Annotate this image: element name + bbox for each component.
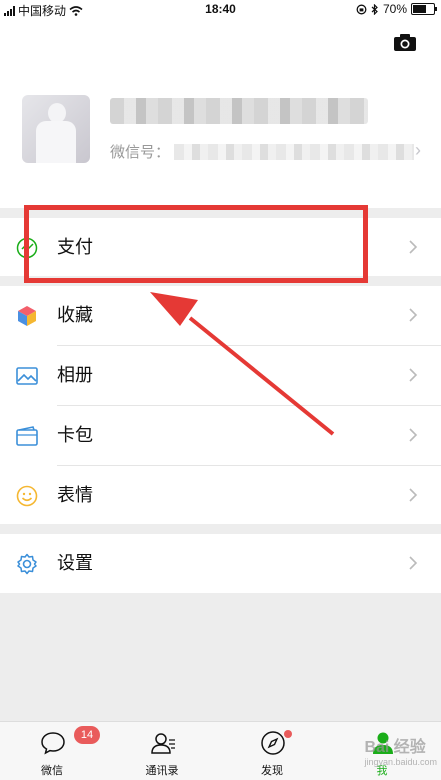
chevron-right-icon xyxy=(409,308,418,322)
chevron-right-icon xyxy=(409,240,418,254)
profile-chevron-icon[interactable]: › xyxy=(415,140,421,161)
cube-icon xyxy=(18,306,36,326)
tab-label: 微信 xyxy=(41,765,63,777)
menu-label: 卡包 xyxy=(57,425,93,445)
empty-background xyxy=(0,593,441,721)
menu-item-settings[interactable]: 设置 xyxy=(0,534,441,592)
menu-label: 设置 xyxy=(57,553,93,573)
wechat-id-label: 微信号： xyxy=(110,144,171,161)
avatar[interactable] xyxy=(22,95,90,163)
chevron-right-icon xyxy=(409,428,418,442)
chevron-right-icon xyxy=(409,488,418,502)
tab-chats[interactable]: 14 微信 xyxy=(12,722,100,780)
gear-icon xyxy=(17,553,37,575)
unread-badge: 14 xyxy=(74,726,100,744)
avatar-head-shape xyxy=(48,103,66,123)
chevron-right-icon xyxy=(409,556,418,570)
card-wallet-icon xyxy=(16,426,38,446)
status-bar: 中国移动 18:40 70% xyxy=(0,0,441,18)
battery-percent: 70% xyxy=(382,2,407,16)
status-right: 70% xyxy=(356,2,437,16)
menu-item-cards[interactable]: 卡包 xyxy=(0,406,441,464)
contacts-icon xyxy=(151,733,175,754)
menu-item-album[interactable]: 相册 xyxy=(0,346,441,404)
discover-dot xyxy=(284,730,292,738)
watermark: Bai 经验 jingyan.baidu.com xyxy=(364,733,437,767)
compass-icon xyxy=(261,731,285,755)
menu-label: 表情 xyxy=(57,485,93,505)
chat-bubble-icon xyxy=(41,732,65,755)
menu-label: 收藏 xyxy=(57,305,93,325)
tab-contacts[interactable]: 通讯录 xyxy=(122,722,202,780)
tab-label: 发现 xyxy=(261,765,283,777)
avatar-body-shape xyxy=(36,121,76,163)
bluetooth-icon xyxy=(371,3,378,15)
menu-label: 相册 xyxy=(57,365,93,385)
menu-item-stickers[interactable]: 表情 xyxy=(0,466,441,524)
menu-item-favorites[interactable]: 收藏 xyxy=(0,286,441,344)
camera-icon[interactable] xyxy=(393,32,417,52)
wechat-id-row: 微信号： xyxy=(110,141,415,162)
battery-icon xyxy=(411,3,437,15)
blurred-nickname xyxy=(110,98,368,124)
tab-discover[interactable]: 发现 xyxy=(232,722,312,780)
orientation-lock-icon xyxy=(356,4,367,14)
smiley-icon xyxy=(16,485,38,507)
watermark-url: jingyan.baidu.com xyxy=(364,757,437,767)
blurred-wechat-id xyxy=(174,143,415,160)
photo-icon xyxy=(16,367,38,385)
chevron-right-icon xyxy=(409,368,418,382)
watermark-text: Bai 经验 xyxy=(364,739,426,756)
highlight-box xyxy=(24,205,368,283)
section-gap xyxy=(0,524,441,534)
tab-label: 通讯录 xyxy=(145,765,179,777)
